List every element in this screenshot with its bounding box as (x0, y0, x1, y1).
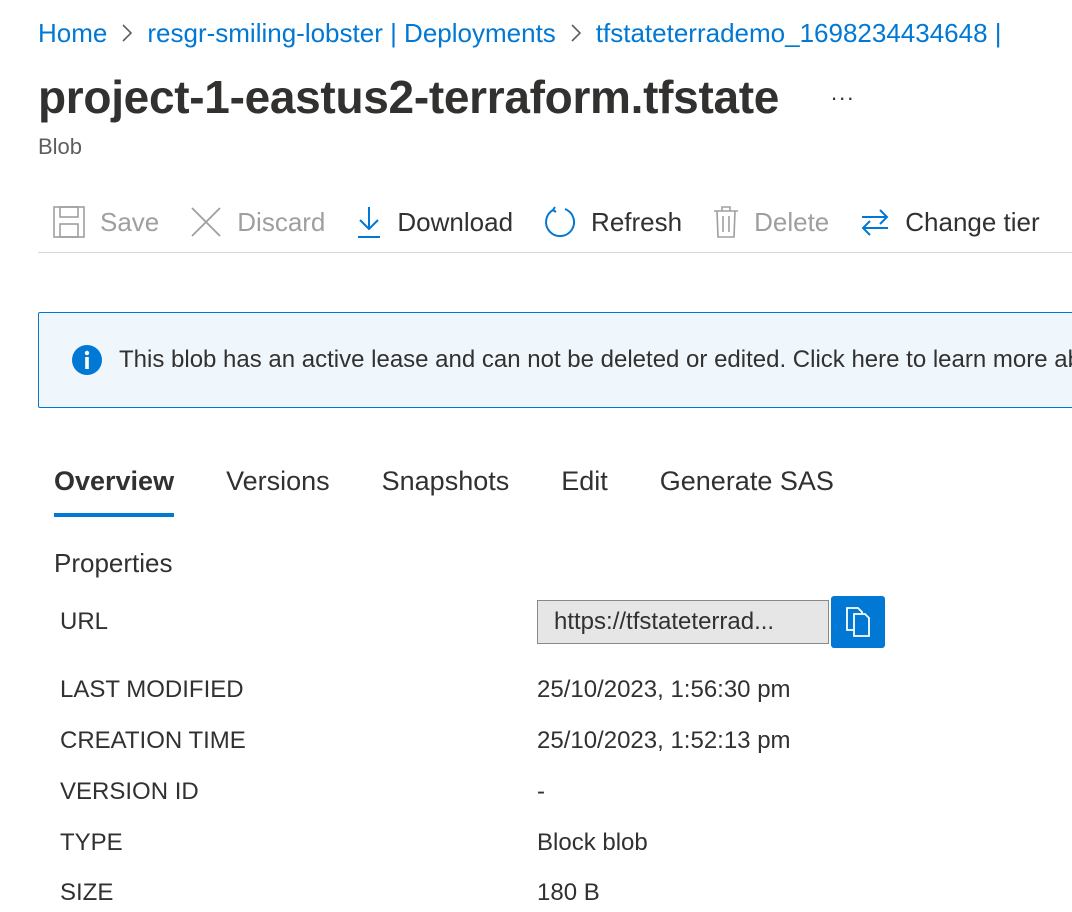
breadcrumb-deployment-link[interactable]: tfstateterrademo_1698234434648 | (596, 14, 1002, 52)
version-id-label: VERSION ID (60, 778, 199, 805)
type-label: TYPE (60, 829, 123, 856)
type-value: Block blob (537, 829, 648, 856)
copy-icon (843, 606, 873, 638)
url-value-group: https://tfstateterrad... (537, 596, 885, 648)
change-tier-label: Change tier (905, 206, 1040, 237)
banner-text: This blob has an active lease and can no… (119, 346, 1072, 373)
url-field[interactable]: https://tfstateterrad... (537, 600, 829, 644)
save-button[interactable]: Save (52, 205, 159, 239)
title-row: project-1-eastus2-terraform.tfstate ... (38, 70, 855, 124)
save-icon (52, 205, 86, 239)
creation-time-label: CREATION TIME (60, 727, 246, 754)
version-id-value: - (537, 778, 545, 805)
chevron-right-icon (570, 23, 582, 43)
tab-snapshots[interactable]: Snapshots (382, 466, 510, 511)
save-label: Save (100, 206, 160, 237)
tab-overview[interactable]: Overview (54, 466, 175, 517)
size-value: 180 B (537, 879, 600, 906)
tab-versions[interactable]: Versions (226, 466, 330, 511)
copy-url-button[interactable] (831, 596, 885, 648)
property-row-type: TYPE Block blob (60, 829, 1060, 857)
refresh-icon (543, 205, 577, 239)
page-title: project-1-eastus2-terraform.tfstate (38, 71, 780, 123)
property-row-creation-time: CREATION TIME 25/10/2023, 1:52:13 pm (60, 727, 1060, 755)
size-label: SIZE (60, 879, 114, 906)
discard-button[interactable]: Discard (189, 205, 325, 239)
more-options-button[interactable]: ... (831, 80, 855, 106)
breadcrumb: Home resgr-smiling-lobster | Deployments… (38, 14, 1002, 52)
creation-time-value: 25/10/2023, 1:52:13 pm (537, 727, 791, 754)
command-bar: Save Discard Download Refresh Delete Cha… (38, 192, 1072, 253)
lease-info-banner[interactable]: This blob has an active lease and can no… (38, 312, 1072, 408)
page-subtitle: Blob (38, 134, 83, 159)
property-row-size: SIZE 180 B (60, 879, 1060, 907)
last-modified-value: 25/10/2023, 1:56:30 pm (537, 676, 791, 703)
tab-edit[interactable]: Edit (561, 466, 608, 511)
tab-generate-sas[interactable]: Generate SAS (660, 466, 834, 511)
download-button[interactable]: Download (355, 205, 513, 239)
trash-icon (712, 205, 740, 239)
breadcrumb-home-link[interactable]: Home (38, 14, 107, 52)
properties-heading: Properties (54, 548, 173, 578)
delete-label: Delete (754, 206, 830, 237)
discard-label: Discard (237, 206, 326, 237)
change-tier-button[interactable]: Change tier (859, 206, 1040, 238)
property-row-last-modified: LAST MODIFIED 25/10/2023, 1:56:30 pm (60, 676, 1060, 704)
close-icon (189, 205, 223, 239)
delete-button[interactable]: Delete (712, 205, 829, 239)
tab-bar: Overview Versions Snapshots Edit Generat… (54, 466, 886, 517)
download-label: Download (397, 206, 514, 237)
swap-arrows-icon (859, 207, 891, 237)
info-icon (71, 344, 103, 376)
refresh-button[interactable]: Refresh (543, 205, 682, 239)
property-row-url: URL https://tfstateterrad... (60, 596, 1060, 648)
last-modified-label: LAST MODIFIED (60, 676, 244, 703)
chevron-right-icon (121, 23, 133, 43)
breadcrumb-deployments-link[interactable]: resgr-smiling-lobster | Deployments (147, 14, 555, 52)
property-row-version-id: VERSION ID - (60, 778, 1060, 806)
url-label: URL (60, 608, 109, 635)
refresh-label: Refresh (591, 206, 683, 237)
download-icon (355, 205, 383, 239)
